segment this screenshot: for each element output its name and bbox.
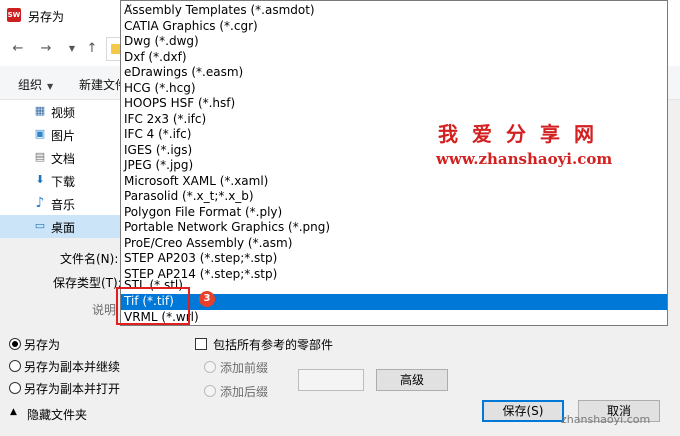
sidebar-item-label: 桌面: [51, 221, 76, 235]
organize-menu[interactable]: 组织 ▼: [18, 76, 53, 93]
file-type-option[interactable]: eDrawings (*.easm): [121, 65, 667, 81]
advanced-button[interactable]: 高级: [376, 369, 448, 391]
sidebar-item-label: 图片: [51, 129, 76, 143]
download-icon: ⬇: [35, 173, 45, 186]
file-type-option[interactable]: HOOPS HSF (*.hsf): [121, 96, 667, 112]
picture-icon: ▣: [34, 127, 46, 140]
sidebar-item-desktop[interactable]: ▭ 桌面: [0, 215, 120, 238]
chevron-down-icon: ▼: [47, 82, 54, 91]
music-icon: ♪: [35, 195, 45, 211]
sidebar-item-pictures[interactable]: ▣ 图片: [0, 123, 120, 146]
file-type-option[interactable]: ProE/Creo Assembly (*.asm): [121, 236, 667, 252]
include-references-checkbox[interactable]: [195, 338, 207, 350]
video-icon: ▦: [34, 104, 46, 117]
arrow-left-icon[interactable]: ←: [10, 41, 26, 57]
sidebar-item-videos[interactable]: ▦ 视频: [0, 100, 120, 123]
save-as-label: 另存为: [24, 338, 61, 352]
sidebar-item-label: 视频: [51, 106, 76, 120]
save-copy-continue-radio[interactable]: [9, 360, 21, 372]
include-references-label: 包括所有参考的零部件: [213, 338, 334, 352]
desktop-icon: ▭: [34, 219, 46, 232]
chevron-up-icon[interactable]: ▲: [10, 407, 17, 417]
file-type-option[interactable]: Microsoft XAML (*.xaml): [121, 174, 667, 190]
save-copy-continue-label: 另存为副本并继续: [24, 360, 121, 374]
file-type-option[interactable]: Polygon File Format (*.ply): [121, 205, 667, 221]
step-badge: 3: [199, 291, 215, 307]
save-as-radio[interactable]: [9, 338, 21, 350]
file-type-option[interactable]: HCG (*.hcg): [121, 81, 667, 97]
file-type-option[interactable]: Dxf (*.dxf): [121, 50, 667, 66]
organize-label: 组织: [18, 78, 43, 92]
watermark-title: 我爱分享网: [438, 122, 608, 146]
add-suffix-radio[interactable]: [204, 385, 216, 397]
hide-folders-button[interactable]: 隐藏文件夹: [27, 406, 87, 423]
sidebar-item-downloads[interactable]: ⬇ 下载: [0, 169, 120, 192]
file-type-option[interactable]: STEP AP203 (*.step;*.stp): [121, 251, 667, 267]
document-icon: ▤: [34, 150, 46, 163]
save-button[interactable]: 保存(S): [482, 400, 564, 422]
add-prefix-radio[interactable]: [204, 361, 216, 373]
file-type-option[interactable]: VRML (*.wrl): [121, 310, 667, 325]
sidebar-item-label: 音乐: [51, 198, 76, 212]
solidworks-app-icon: SW: [7, 8, 21, 22]
description-label: 说明: [92, 303, 117, 317]
prefix-suffix-input[interactable]: [298, 369, 364, 391]
filetype-label: 保存类型(T):: [53, 276, 122, 290]
add-prefix-label: 添加前缀: [220, 361, 269, 375]
arrow-up-icon[interactable]: ↑: [84, 41, 100, 57]
sidebar-item-label: 文档: [51, 152, 76, 166]
save-copy-open-radio[interactable]: [9, 382, 21, 394]
file-type-option[interactable]: CATIA Graphics (*.cgr): [121, 19, 667, 35]
file-type-option[interactable]: Assembly Templates (*.asmdot): [121, 3, 667, 19]
arrow-right-icon[interactable]: →: [38, 41, 54, 57]
window-title: 另存为: [28, 10, 65, 24]
add-suffix-label: 添加后缀: [220, 385, 269, 399]
watermark-corner: zhanshaoyi.com: [561, 413, 651, 426]
watermark-url: www.zhanshaoyi.com: [436, 150, 613, 168]
chevron-down-icon[interactable]: ▼: [64, 41, 80, 57]
save-copy-open-label: 另存为副本并打开: [24, 382, 121, 396]
filename-label: 文件名(N):: [60, 252, 119, 266]
sidebar-item-music[interactable]: ♪ 音乐: [0, 192, 120, 215]
file-type-option[interactable]: Dwg (*.dwg): [121, 34, 667, 50]
file-type-option[interactable]: Portable Network Graphics (*.png): [121, 220, 667, 236]
sidebar-item-label: 下载: [51, 175, 76, 189]
highlight-box: [116, 287, 190, 325]
sidebar-item-documents[interactable]: ▤ 文档: [0, 146, 120, 169]
file-type-option[interactable]: Parasolid (*.x_t;*.x_b): [121, 189, 667, 205]
navigation-pane: ▦ 视频 ▣ 图片 ▤ 文档 ⬇ 下载 ♪ 音乐 ▭ 桌面: [0, 100, 120, 238]
